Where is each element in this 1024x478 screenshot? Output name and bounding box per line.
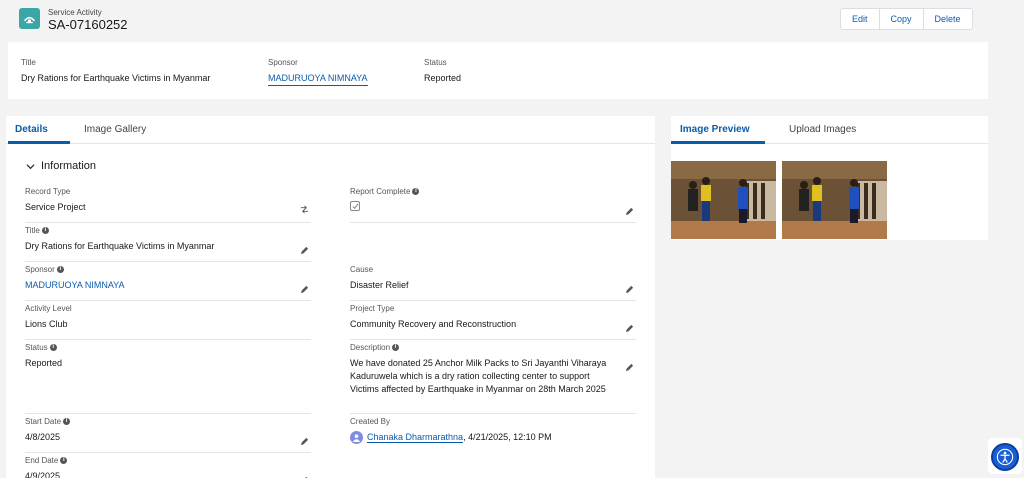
field-end-date: End Date i 4/9/2025 bbox=[25, 456, 311, 478]
info-icon[interactable]: i bbox=[41, 227, 49, 234]
details-card: Details Image Gallery Information Record… bbox=[6, 116, 655, 478]
record-name: SA-07160252 bbox=[48, 17, 128, 32]
edit-pencil-icon[interactable] bbox=[300, 246, 309, 255]
sponsor-field-link[interactable]: MADURUOYA NIMNAYA bbox=[25, 279, 311, 292]
image-tabs: Image Preview Upload Images bbox=[671, 116, 988, 144]
report-complete-checkbox bbox=[350, 201, 360, 211]
edit-pencil-icon[interactable] bbox=[625, 207, 634, 216]
image-thumbnail[interactable] bbox=[671, 161, 776, 239]
highlight-status: Status Reported bbox=[424, 58, 462, 83]
edit-pencil-icon[interactable] bbox=[625, 324, 634, 333]
photo-image bbox=[782, 161, 887, 239]
service-activity-icon bbox=[19, 8, 40, 29]
photo-image bbox=[671, 161, 776, 239]
tab-upload-images[interactable]: Upload Images bbox=[789, 124, 856, 135]
field-record-type: Record Type Service Project bbox=[25, 187, 311, 223]
active-tab-indicator bbox=[8, 141, 70, 144]
chevron-down-icon bbox=[26, 163, 35, 169]
edit-button[interactable]: Edit bbox=[841, 9, 880, 29]
info-icon[interactable]: i bbox=[392, 344, 400, 351]
field-report-complete: Report Complete i bbox=[350, 187, 636, 223]
change-record-type-icon[interactable] bbox=[300, 205, 309, 214]
object-type-label: Service Activity bbox=[48, 8, 102, 17]
info-icon[interactable]: i bbox=[49, 344, 57, 351]
sponsor-link[interactable]: MADURUOYA NIMNAYA bbox=[268, 73, 368, 86]
details-tabs: Details Image Gallery bbox=[6, 116, 655, 144]
info-icon[interactable]: i bbox=[56, 266, 64, 273]
field-cause: Cause Disaster Relief bbox=[350, 265, 636, 301]
highlight-sponsor: Sponsor MADURUOYA NIMNAYA bbox=[268, 58, 368, 86]
edit-pencil-icon[interactable] bbox=[300, 437, 309, 446]
info-icon[interactable]: i bbox=[412, 188, 420, 195]
field-project-type: Project Type Community Recovery and Reco… bbox=[350, 304, 636, 340]
field-title: Title i Dry Rations for Earthquake Victim… bbox=[25, 226, 311, 262]
copy-button[interactable]: Copy bbox=[880, 9, 924, 29]
tab-details[interactable]: Details bbox=[15, 124, 48, 135]
user-icon bbox=[352, 434, 361, 443]
created-by-user-link[interactable]: Chanaka Dharmarathna bbox=[367, 432, 464, 443]
accessibility-icon bbox=[996, 448, 1014, 466]
record-header: Service Activity SA-07160252 Edit Copy D… bbox=[0, 0, 1024, 40]
edit-pencil-icon[interactable] bbox=[625, 285, 634, 294]
highlights-panel: Title Dry Rations for Earthquake Victims… bbox=[8, 42, 988, 99]
check-icon bbox=[352, 203, 359, 210]
created-datetime: , 4/21/2025, 12:10 PM bbox=[463, 432, 552, 442]
highlight-title: Title Dry Rations for Earthquake Victims… bbox=[21, 58, 211, 83]
field-created-by: Created By Chanaka Dharmarathna, 4/21/20… bbox=[350, 417, 636, 453]
image-thumbnail[interactable] bbox=[782, 161, 887, 239]
field-description: Description i We have donated 25 Anchor M… bbox=[350, 343, 636, 414]
info-icon[interactable]: i bbox=[60, 457, 68, 464]
section-title: Information bbox=[41, 160, 97, 172]
tab-image-preview[interactable]: Image Preview bbox=[680, 124, 749, 135]
info-icon[interactable]: i bbox=[63, 418, 71, 425]
record-actions: Edit Copy Delete bbox=[840, 8, 973, 30]
edit-pencil-icon[interactable] bbox=[625, 363, 634, 372]
section-information[interactable]: Information bbox=[26, 160, 96, 172]
field-status: Status i Reported bbox=[25, 343, 311, 414]
user-avatar bbox=[350, 431, 363, 445]
field-start-date: Start Date i 4/8/2025 bbox=[25, 417, 311, 453]
active-tab-indicator bbox=[671, 141, 765, 144]
field-activity-level: Activity Level Lions Club bbox=[25, 304, 311, 340]
delete-button[interactable]: Delete bbox=[924, 9, 972, 29]
accessibility-button[interactable] bbox=[988, 438, 1022, 474]
field-sponsor: Sponsor i MADURUOYA NIMNAYA bbox=[25, 265, 311, 301]
edit-pencil-icon[interactable] bbox=[300, 285, 309, 294]
image-preview-card: Image Preview Upload Images bbox=[671, 116, 988, 240]
tab-image-gallery[interactable]: Image Gallery bbox=[84, 124, 146, 135]
